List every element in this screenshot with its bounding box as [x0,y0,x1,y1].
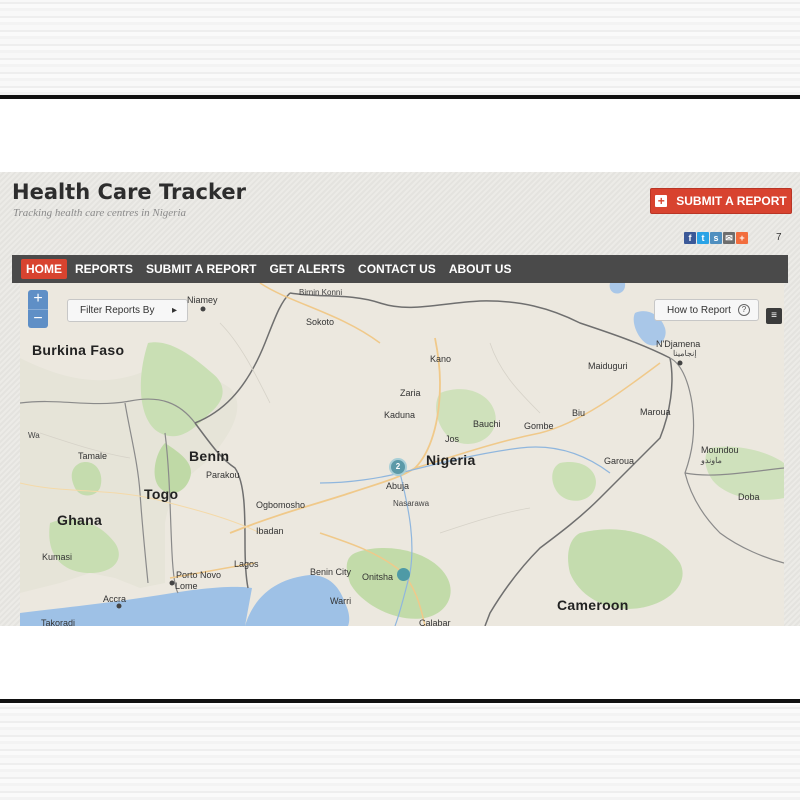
stumbleupon-icon[interactable]: s [710,232,722,244]
frame-rule-top [0,95,800,99]
map-label-city: Wa [28,431,40,440]
report-cluster-marker[interactable]: 2 [389,458,407,476]
map-label-city: Maroua [640,407,671,417]
map-label-city: Kaduna [384,410,416,420]
plus-icon: + [655,195,668,207]
map-label-country: Cameroon [557,597,629,613]
map-label-city: Onitsha [362,572,394,582]
map-label-country: Burkina Faso [32,342,125,358]
email-icon[interactable]: ✉ [723,232,735,244]
map-label-country: Benin [189,448,230,464]
background-texture-top [0,0,800,95]
map-label-city-arabic: إنجامينا [673,349,697,358]
map-label-city: Moundou [701,445,739,455]
site-tagline: Tracking health care centres in Nigeria [13,207,187,219]
nav-contact-us[interactable]: CONTACT US [353,259,441,279]
map-label-city: Calabar [419,618,451,626]
submit-report-button[interactable]: + SUBMIT A REPORT [650,188,792,214]
map-label-city-arabic: ماوندو [701,456,722,465]
plus-icon[interactable]: + [736,232,748,244]
nav-get-alerts[interactable]: GET ALERTS [264,259,350,279]
zoom-control: + − [28,290,48,328]
map-canvas[interactable]: + − Filter Reports By ▸ How to Report ? … [20,283,784,626]
twitter-icon[interactable]: t [697,232,709,244]
map-label-city: N'Djamena [656,339,701,349]
map-label-city: Zaria [400,388,421,398]
nav-submit-report[interactable]: SUBMIT A REPORT [141,259,261,279]
filter-reports-label: Filter Reports By [80,305,155,316]
map-label-city: Lagos [234,559,259,569]
background-texture-bottom [0,705,800,800]
map-label-city: Accra [103,594,127,604]
map-label-city: Takoradi [41,618,76,626]
map-label-country: Ghana [57,512,103,528]
how-to-report-button[interactable]: How to Report ? [654,299,759,321]
map-label-city: Birnin Konni [299,288,343,297]
share-count: 7 [776,232,782,243]
map-label-city: Gombe [524,421,554,431]
map-label-city: Parakou [206,470,240,480]
zoom-in-button[interactable]: + [28,290,48,309]
map-label-city: Benin City [310,567,352,577]
map-label-city: Tamale [78,451,108,461]
map-label-city: Garoua [604,456,635,466]
nav-home[interactable]: HOME [21,259,67,279]
map-label-city: Sokoto [306,317,335,327]
map-label-city: Maiduguri [588,361,628,371]
zoom-out-button[interactable]: − [28,309,48,328]
map-label-city: Bauchi [473,419,501,429]
map-label-city: Ibadan [256,526,284,536]
map-label-city: Porto Novo [176,570,222,580]
help-icon: ? [738,304,750,316]
website-screenshot: Health Care Tracker Tracking health care… [0,172,800,626]
submit-report-label: SUBMIT A REPORT [676,194,787,208]
frame-rule-bottom [0,699,800,703]
nav-about-us[interactable]: ABOUT US [444,259,517,279]
facebook-icon[interactable]: f [684,232,696,244]
map-label-country: Nigeria [426,452,476,468]
map-label-city: Niamey [187,295,218,305]
map-label-city: Lome [175,581,198,591]
map-label-city: Abuja [386,481,410,491]
map-label-city: Kumasi [42,552,73,562]
map-label-city: Jos [445,434,460,444]
how-to-report-label: How to Report [667,304,731,316]
map-label-city: Kano [430,354,452,364]
layers-icon[interactable]: ≡ [766,308,782,324]
map-label-country: Togo [144,486,179,502]
chevron-right-icon: ▸ [171,305,177,316]
share-bar: f t s ✉ + [684,232,748,244]
main-nav: HOME REPORTS SUBMIT A REPORT GET ALERTS … [12,255,788,283]
map-label-city: Nasarawa [393,499,430,508]
report-marker[interactable] [397,568,410,581]
map-label-city: Biu [572,408,586,418]
map-label-city: Doba [738,492,760,502]
site-title[interactable]: Health Care Tracker [12,180,246,204]
map-label-city: Ogbomosho [256,500,306,510]
nav-reports[interactable]: REPORTS [70,259,138,279]
map-label-city: Warri [330,596,352,606]
filter-reports-button[interactable]: Filter Reports By ▸ [67,299,188,322]
